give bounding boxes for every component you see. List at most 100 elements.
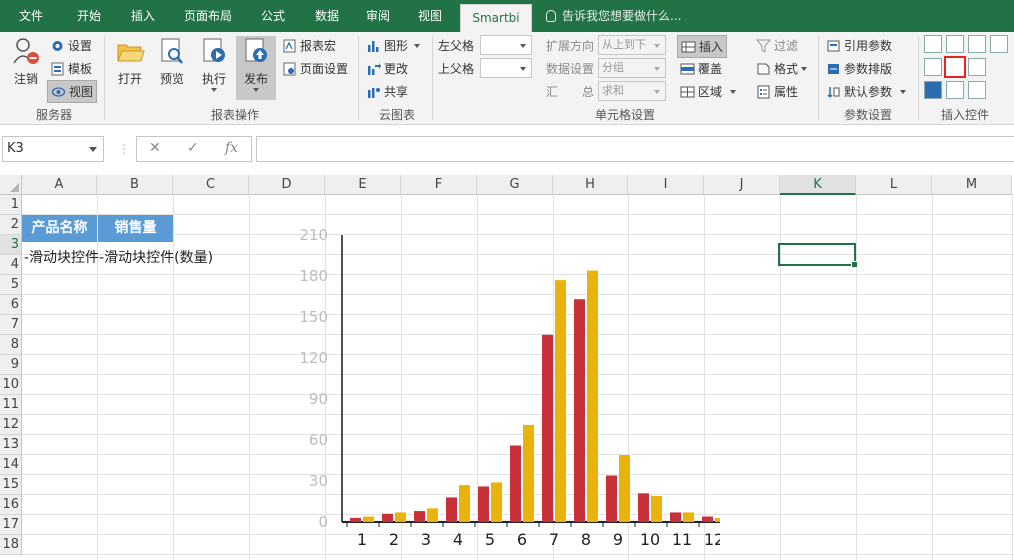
column-header-h[interactable]: H (553, 175, 628, 195)
row-header-10[interactable]: 10 (0, 375, 22, 395)
template-button[interactable]: 模板 (50, 60, 92, 77)
row-header-1[interactable]: 1 (0, 195, 22, 215)
lightbulb-icon (546, 10, 556, 22)
view-button[interactable]: 视图 (47, 80, 98, 103)
label-control-icon[interactable] (968, 81, 986, 99)
name-box[interactable]: K3 (2, 136, 104, 162)
tab-file[interactable]: 文件 (0, 0, 62, 32)
dropdown-control-icon[interactable] (946, 35, 964, 53)
column-header-a[interactable]: A (22, 175, 97, 195)
row-header-17[interactable]: 17 (0, 515, 22, 535)
execute-button[interactable]: 执行 (194, 36, 234, 100)
row-header-13[interactable]: 13 (0, 435, 22, 455)
column-header-e[interactable]: E (325, 175, 401, 195)
ref-param-button[interactable]: 引用参数 (826, 37, 892, 54)
attribute-button[interactable]: 属性 (756, 83, 798, 100)
row-header-8[interactable]: 8 (0, 335, 22, 355)
tab-insert[interactable]: 插入 (116, 0, 170, 32)
cell-b2[interactable]: 销售量 (98, 215, 173, 242)
change-chart-button[interactable]: 更改 (366, 60, 408, 77)
tab-smartbi[interactable]: Smartbi (460, 4, 532, 32)
row-header-5[interactable]: 5 (0, 275, 22, 295)
column-header-i[interactable]: I (628, 175, 704, 195)
tab-home[interactable]: 开始 (62, 0, 116, 32)
column-header-j[interactable]: J (704, 175, 780, 195)
row-header-18[interactable]: 18 (0, 535, 22, 555)
preview-button[interactable]: 预览 (152, 36, 192, 100)
cancel-icon[interactable]: ✕ (149, 140, 161, 156)
selected-cell-k3[interactable] (778, 243, 858, 268)
combo-control-icon[interactable] (924, 58, 942, 76)
calendar-control-icon[interactable] (990, 35, 1008, 53)
insert-mode-button[interactable]: 插入 (677, 35, 728, 58)
row-header-16[interactable]: 16 (0, 495, 22, 515)
settings-button[interactable]: 设置 (50, 37, 92, 54)
bar-series1-1 (350, 517, 361, 522)
column-header-d[interactable]: D (249, 175, 325, 195)
row-header-12[interactable]: 12 (0, 415, 22, 435)
default-param-button[interactable]: 默认参数 (826, 83, 907, 100)
top-parent-dropdown[interactable] (480, 58, 532, 78)
select-all-corner[interactable] (0, 175, 22, 195)
region-button[interactable]: 区域 (680, 83, 737, 100)
report-macro-button[interactable]: 报表宏 (282, 37, 336, 54)
row-header-2[interactable]: 2 (0, 215, 22, 235)
attribute-icon (756, 85, 771, 99)
cover-mode-button[interactable]: 覆盖 (680, 60, 722, 77)
row-header-4[interactable]: 4 (0, 255, 22, 275)
bar-series2-4 (459, 485, 470, 522)
tab-formulas[interactable]: 公式 (246, 0, 300, 32)
param-layout-button[interactable]: 参数排版 (826, 60, 892, 77)
column-header-g[interactable]: G (477, 175, 553, 195)
chart-button[interactable]: 图形 (366, 37, 421, 54)
formula-input[interactable] (256, 136, 1014, 162)
tab-data[interactable]: 数据 (300, 0, 354, 32)
row-header-11[interactable]: 11 (0, 395, 22, 415)
column-header-f[interactable]: F (401, 175, 477, 195)
slider-control-icon[interactable] (944, 56, 966, 78)
row-header-7[interactable]: 7 (0, 315, 22, 335)
cell-a2[interactable]: 产品名称 (22, 215, 97, 242)
summary-label-a: 汇 (546, 85, 559, 99)
data-setting-dropdown[interactable]: 分组 (598, 58, 666, 78)
group-cell-settings-label: 单元格设置 (594, 108, 655, 122)
row-header-3[interactable]: 3 (0, 235, 22, 255)
filter-button[interactable]: 过滤 (755, 37, 798, 54)
edit-control-icon[interactable] (946, 81, 964, 99)
expand-direction-dropdown[interactable]: 从上到下 (598, 35, 666, 55)
format-button[interactable]: 格式 (756, 60, 808, 77)
column-header-c[interactable]: C (173, 175, 249, 195)
tell-me-search[interactable]: 告诉我您想要做什么... (546, 0, 681, 32)
list-control-icon[interactable] (968, 35, 986, 53)
ref-param-label: 引用参数 (844, 39, 893, 53)
bar-series2-8 (587, 270, 598, 522)
group-separator (104, 36, 105, 120)
summary-dropdown[interactable]: 求和 (598, 81, 666, 101)
page-setup-button[interactable]: 页面设置 (282, 60, 348, 77)
confirm-icon[interactable]: ✓ (187, 140, 199, 156)
chevron-down-icon (730, 90, 737, 97)
tab-review[interactable]: 审阅 (354, 0, 402, 32)
column-header-b[interactable]: B (97, 175, 173, 195)
logout-button[interactable]: 注销 (6, 36, 46, 100)
share-chart-button[interactable]: 共享 (366, 83, 408, 100)
tab-view[interactable]: 视图 (402, 0, 458, 32)
row-header-6[interactable]: 6 (0, 295, 22, 315)
function-icon[interactable]: fx (225, 140, 238, 156)
row-header-14[interactable]: 14 (0, 455, 22, 475)
row-header-9[interactable]: 9 (0, 355, 22, 375)
row-header-15[interactable]: 15 (0, 475, 22, 495)
text-control-icon[interactable] (924, 35, 942, 53)
sales-bar-chart: 0306090120150180210 1 2 3 4 5 6 7 8 9 10 11 12 (299, 226, 720, 549)
tab-page-layout[interactable]: 页面布局 (170, 0, 246, 32)
checkbox-control-icon[interactable] (924, 81, 942, 99)
column-header-m[interactable]: M (932, 175, 1012, 195)
column-header-l[interactable]: L (856, 175, 932, 195)
left-parent-dropdown[interactable] (480, 35, 532, 55)
publish-button[interactable]: 发布 (236, 36, 276, 100)
column-header-k[interactable]: K (780, 175, 856, 195)
open-button[interactable]: 打开 (110, 36, 150, 100)
cell-a3[interactable]: -滑动块控件-滑动块控件(数量) (24, 247, 213, 267)
input-control-icon[interactable] (968, 58, 986, 76)
spreadsheet-grid[interactable]: 产品名称 销售量 -滑动块控件-滑动块控件(数量) 0 30 60 90 120 150 1… (0, 175, 1014, 560)
